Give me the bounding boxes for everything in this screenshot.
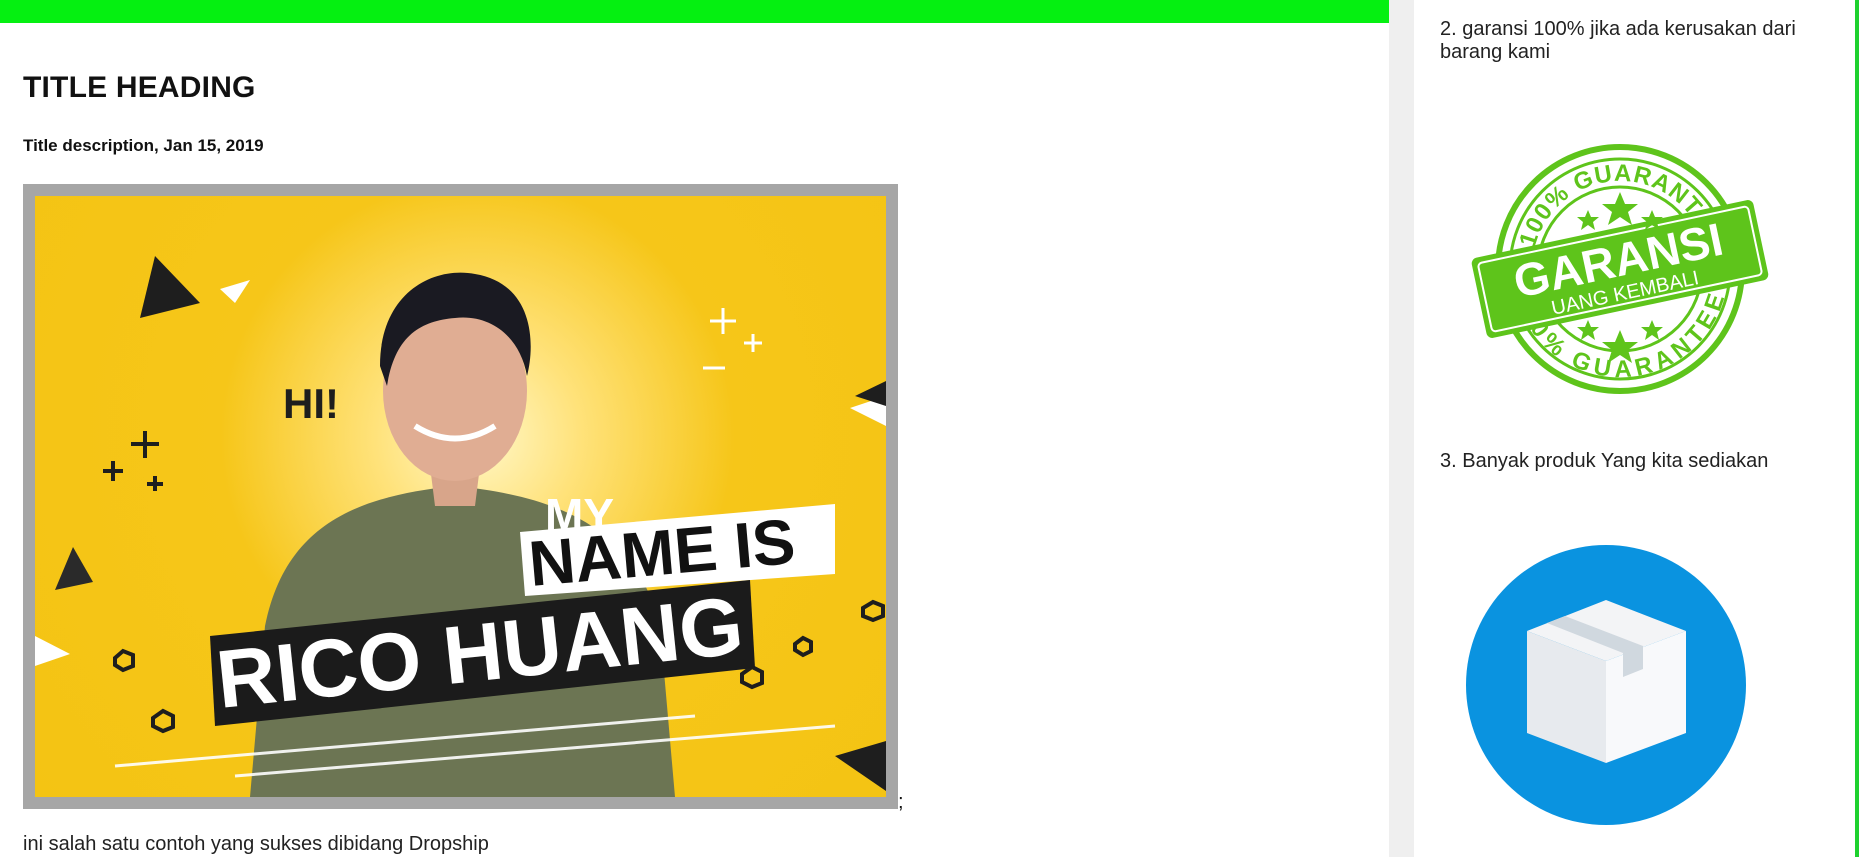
hero-greeting: HI! — [283, 380, 339, 427]
page-title: TITLE HEADING — [23, 71, 256, 104]
hero-image-frame: HI! MY NAME IS RICO HUANG — [23, 184, 898, 809]
header-bar — [0, 0, 1389, 23]
sidebar-edge-line — [1855, 0, 1859, 857]
main-content: TITLE HEADING Title description, Jan 15,… — [0, 0, 1389, 857]
sidebar-item-products: 3. Banyak produk Yang kita sediakan — [1440, 450, 1769, 472]
guarantee-badge-icon: 100% GUARANTEE 100% GUARANTEE GARANSI UA… — [1471, 144, 1769, 394]
hero-image: HI! MY NAME IS RICO HUANG — [35, 196, 886, 797]
sidebar: 2. garansi 100% jika ada kerusakan dari … — [1414, 0, 1855, 857]
page-subtitle: Title description, Jan 15, 2019 — [23, 136, 264, 155]
sidebar-gutter — [1389, 0, 1414, 857]
post-caption: ini salah satu contoh yang sukses dibida… — [23, 833, 489, 855]
sidebar-item-guarantee: 2. garansi 100% jika ada kerusakan dari … — [1440, 18, 1796, 63]
hero-illustration: HI! MY NAME IS RICO HUANG — [35, 256, 886, 797]
box-icon — [1466, 545, 1746, 825]
stray-semicolon: ; — [898, 791, 904, 813]
